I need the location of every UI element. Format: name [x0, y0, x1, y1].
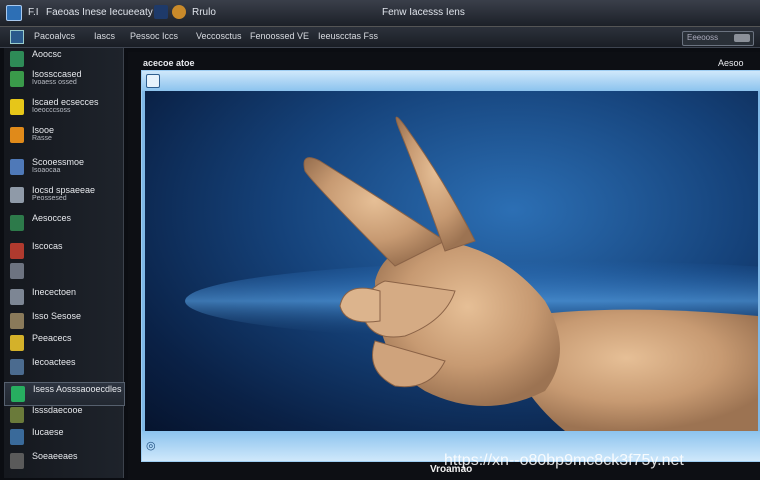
sidebar-item-icon — [10, 313, 24, 329]
menu-item-4[interactable]: Veccosctus — [196, 31, 242, 41]
sidebar-item[interactable]: Inecectoen — [4, 286, 123, 308]
sidebar-item-label: Iscaed ecsecces — [32, 97, 99, 107]
sidebar-item-icon — [10, 335, 24, 351]
sidebar-item[interactable]: Aesocces — [4, 212, 123, 234]
sidebar-item-sublabel: Ivoaess ossed — [32, 79, 77, 86]
window-top-bar — [142, 71, 760, 91]
sidebar-item-icon — [10, 359, 24, 375]
sidebar-item-label: Soeaeeaes — [32, 451, 78, 461]
sidebar-item[interactable]: Iscocas — [4, 240, 123, 262]
sidebar-item[interactable]: Iscaed ecsecces Ioeocccsoss — [4, 96, 123, 118]
sidebar-item[interactable] — [4, 260, 123, 282]
sidebar-item-label: Aesocces — [32, 213, 72, 223]
menu-app-icon[interactable] — [10, 30, 24, 44]
sidebar-item-icon — [10, 453, 24, 469]
sidebar-item-icon — [10, 99, 24, 115]
sidebar-item[interactable]: Iocsd spsaeeae Peossesed — [4, 184, 123, 206]
title-bar: F.I Faeoas Inese Iecueeaty Rrulo Fenw Ia… — [0, 0, 760, 27]
menu-item-1[interactable]: Pacoalvcs — [34, 31, 75, 41]
sidebar: Aoocsc Isossccased Ivoaess ossed Iscaed ecs… — [4, 48, 125, 478]
sidebar-item-label: Iucaese — [32, 427, 64, 437]
window-center-title: Fenw Iacesss Iens — [382, 7, 465, 18]
sidebar-item-icon — [10, 263, 24, 279]
hand-peace-sign-image — [185, 116, 758, 431]
title-prefix: F.I — [28, 7, 39, 18]
sidebar-item-label: Isess Aosssaooecdles — [33, 384, 122, 394]
sidebar-item[interactable]: Isso Sesose — [4, 310, 123, 332]
content-title: acecoe atoe — [143, 58, 195, 68]
badge-icon — [172, 5, 186, 19]
sidebar-item[interactable]: Soeaeeaes — [4, 450, 123, 472]
sidebar-item-sublabel: Ioeocccsoss — [32, 107, 71, 114]
sidebar-item-label: Iecoactees — [32, 357, 76, 367]
sidebar-item-icon — [11, 386, 25, 402]
menu-item-2[interactable]: Iascs — [94, 31, 115, 41]
sidebar-item-icon — [10, 289, 24, 305]
sidebar-item-sublabel: Peossesed — [32, 195, 67, 202]
sidebar-item-icon — [10, 71, 24, 87]
app-icon[interactable] — [6, 5, 22, 21]
sidebar-item-icon — [10, 429, 24, 445]
sidebar-item-label: Inecectoen — [32, 287, 77, 297]
menu-item-5[interactable]: Fenoossed VE — [250, 31, 309, 41]
sidebar-item-sublabel: Rasse — [32, 135, 52, 142]
menu-bar: Pacoalvcs Iascs Pessoc Iccs Veccosctus F… — [0, 27, 760, 48]
sidebar-item-label: Isssdaecooe — [32, 405, 83, 415]
sidebar-item[interactable]: Isess Aosssaooecdles — [4, 382, 125, 406]
sidebar-item-label: Isossccased — [32, 69, 82, 79]
menu-item-3[interactable]: Pessoc Iccs — [130, 31, 178, 41]
sidebar-item[interactable]: Isssdaecooe — [4, 404, 123, 426]
search-icon[interactable] — [734, 34, 750, 42]
sidebar-item-icon — [10, 187, 24, 203]
sidebar-item-label: Aoocsc — [32, 49, 62, 59]
pen-icon[interactable] — [154, 5, 168, 19]
sidebar-item-label: Isooe — [32, 125, 55, 135]
window-menu-icon[interactable] — [146, 74, 160, 88]
search-placeholder: Eeeooss — [687, 33, 719, 42]
sidebar-item[interactable]: Iucaese — [4, 426, 123, 448]
sidebar-item[interactable]: Isossccased Ivoaess ossed — [4, 68, 123, 90]
menu-item-6[interactable]: Ieeuscctas Fss — [318, 31, 378, 41]
sidebar-item-label: Isso Sesose — [32, 311, 82, 321]
sidebar-item[interactable]: Iecoactees — [4, 356, 123, 378]
sidebar-item-icon — [10, 243, 24, 259]
sidebar-item-label: Scooessmoe — [32, 157, 85, 167]
sidebar-item-icon — [10, 215, 24, 231]
search-input[interactable]: Eeeooss — [682, 31, 754, 46]
sidebar-item-icon — [10, 159, 24, 175]
sidebar-item-icon — [10, 127, 24, 143]
status-icon: ◎ — [146, 440, 156, 452]
sidebar-item-label: Peeacecs — [32, 333, 72, 343]
watermark-text: https://xn--o80bp9mc8ck3f75y.net — [444, 452, 684, 469]
sidebar-item[interactable]: Aoocsc — [4, 48, 123, 70]
window-title: Faeoas Inese Iecueeaty — [46, 7, 153, 18]
image-viewport — [145, 91, 758, 431]
sidebar-item-label: Iscocas — [32, 241, 63, 251]
image-window: ◎ — [141, 70, 760, 462]
content-corner-label: Aesoo — [718, 58, 744, 68]
sidebar-item-sublabel: Isoaocaa — [32, 167, 61, 174]
title-badge: Rrulo — [192, 7, 216, 18]
sidebar-item[interactable]: Scooessmoe Isoaocaa — [4, 156, 123, 178]
sidebar-item-label: Iocsd spsaeeae — [32, 185, 96, 195]
sidebar-item[interactable]: Peeacecs — [4, 332, 123, 354]
sidebar-item-icon — [10, 51, 24, 67]
sidebar-item[interactable]: Isooe Rasse — [4, 124, 123, 146]
sidebar-item-icon — [10, 407, 24, 423]
